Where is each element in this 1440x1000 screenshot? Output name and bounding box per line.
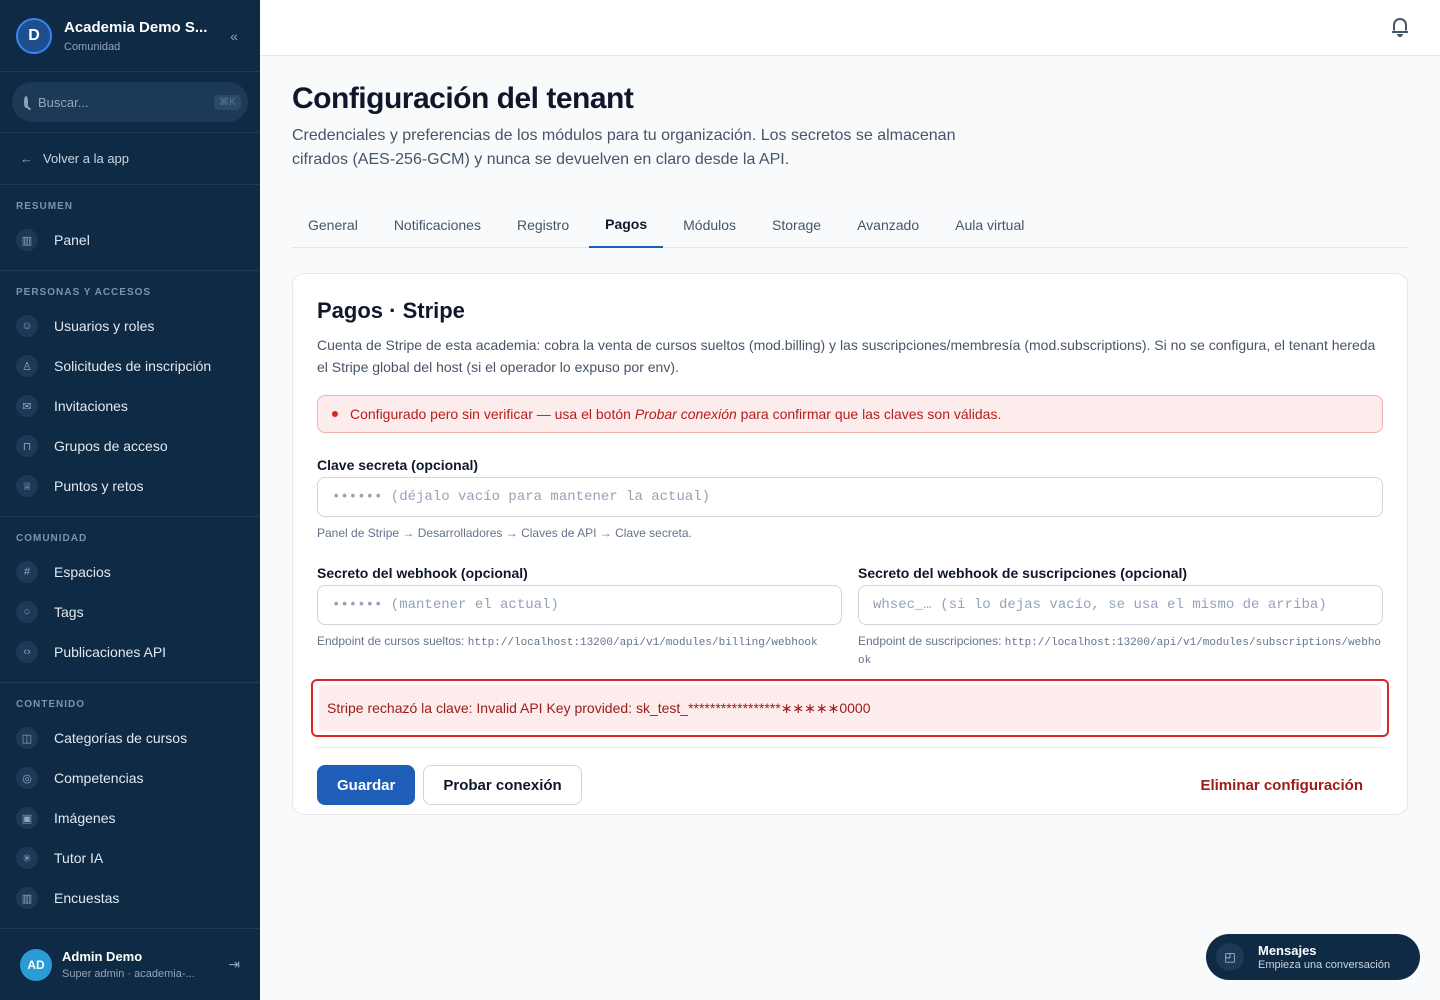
tab-storage[interactable]: Storage: [756, 202, 837, 248]
secret-key-input[interactable]: [317, 477, 1383, 517]
bar-chart-icon: ▥: [16, 229, 38, 251]
nav-section-title: PERSONAS Y ACCESOS: [16, 287, 152, 298]
stripe-error-message: Stripe rechazó la clave: Invalid API Key…: [319, 685, 1381, 731]
secret-key-label: Clave secreta (opcional): [317, 457, 479, 473]
webhook-secret-input[interactable]: [317, 585, 842, 625]
nav-section-title: RESUMEN: [16, 201, 74, 212]
sidebar-item-espacios[interactable]: # Espacios: [0, 552, 260, 592]
logout-icon[interactable]: ⇥: [228, 956, 240, 973]
tab-general[interactable]: General: [292, 202, 374, 248]
nav-section-title: COMUNIDAD: [16, 533, 88, 544]
bar-chart-icon: ▥: [16, 887, 38, 909]
brand-header: D Academia Demo S... Comunidad «: [0, 0, 260, 72]
messages-title: Mensajes: [1258, 943, 1317, 958]
search-shortcut: ⌘K: [214, 94, 241, 110]
card-description: Cuenta de Stripe de esta academia: cobra…: [317, 337, 1376, 375]
search-input[interactable]: [38, 94, 214, 110]
chat-icon: ◰: [1216, 943, 1244, 971]
sidebar-item-grupos[interactable]: ⊓ Grupos de acceso: [0, 426, 260, 466]
subs-webhook-secret-input[interactable]: [858, 585, 1383, 625]
user-name: Admin Demo: [62, 949, 143, 964]
sidebar-item-tutor-ia[interactable]: ✳ Tutor IA: [0, 838, 260, 878]
subs-webhook-secret-label: Secreto del webhook de suscripciones (op…: [858, 565, 1188, 581]
collapse-sidebar-icon[interactable]: «: [224, 28, 244, 44]
lock-icon: ⊓: [16, 435, 38, 457]
test-connection-button[interactable]: Probar conexión: [423, 765, 582, 805]
user-role: Super admin · academia-...: [62, 968, 195, 980]
sidebar: D Academia Demo S... Comunidad « ⌘K ← Vo…: [0, 0, 260, 1000]
tab-avanzado[interactable]: Avanzado: [841, 202, 935, 248]
nav-section-resumen: RESUMEN ▥ Panel: [0, 201, 260, 271]
messages-subtitle: Empieza una conversación: [1258, 959, 1391, 971]
tab-registro[interactable]: Registro: [501, 202, 585, 248]
sidebar-item-usuarios[interactable]: ☺ Usuarios y roles: [0, 306, 260, 346]
mail-icon: ✉: [16, 395, 38, 417]
tab-pagos[interactable]: Pagos: [589, 202, 664, 248]
hash-icon: #: [16, 561, 38, 583]
sidebar-item-imagenes[interactable]: ▣ Imágenes: [0, 798, 260, 838]
nav-section-title: CONTENIDO: [16, 699, 85, 710]
brand-logo-icon: D: [16, 17, 52, 54]
tab-aula-virtual[interactable]: Aula virtual: [939, 202, 1040, 248]
back-to-app-label: Volver a la app: [43, 151, 130, 166]
sidebar-item-encuestas[interactable]: ▥ Encuestas: [0, 878, 260, 918]
stripe-settings-card: Pagos · Stripe Cuenta de Stripe de esta …: [292, 273, 1408, 815]
page-description: Credenciales y preferencias de los módul…: [292, 127, 956, 168]
bell-icon[interactable]: [1392, 18, 1408, 37]
settings-tabs: General Notificaciones Registro Pagos Mó…: [292, 202, 1408, 248]
sidebar-item-categorias[interactable]: ◫ Categorías de cursos: [0, 718, 260, 758]
code-icon: ‹›: [16, 641, 38, 663]
webhook-secret-label: Secreto del webhook (opcional): [317, 565, 528, 581]
book-icon: ◫: [16, 727, 38, 749]
subs-webhook-endpoint-help: Endpoint de suscripciones: http://localh…: [858, 634, 1382, 667]
nav-section-contenido: CONTENIDO ◫ Categorías de cursos ◎ Compete…: [0, 699, 260, 918]
search-icon: [24, 96, 28, 108]
badge-icon: ◎: [16, 767, 38, 789]
user-icon: ♙: [16, 355, 38, 377]
avatar: AD: [20, 948, 52, 981]
delete-config-button[interactable]: Eliminar configuración: [1200, 777, 1363, 794]
brand-subtitle: Comunidad: [64, 40, 121, 53]
sidebar-item-invitaciones[interactable]: ✉ Invitaciones: [0, 386, 260, 426]
stripe-error-alert: Stripe rechazó la clave: Invalid API Key…: [311, 679, 1389, 737]
nav-section-comunidad: COMUNIDAD # Espacios ○ Tags ‹› Publicacione…: [0, 533, 260, 683]
sidebar-item-publicaciones-api[interactable]: ‹› Publicaciones API: [0, 632, 260, 672]
webhook-endpoint-help: Endpoint de cursos sueltos: http://local…: [317, 634, 818, 649]
tab-notificaciones[interactable]: Notificaciones: [378, 202, 497, 248]
sidebar-item-puntos[interactable]: ♕ Puntos y retos: [0, 466, 260, 506]
trophy-icon: ♕: [16, 475, 38, 497]
page-title: Configuración del tenant: [292, 82, 634, 115]
warning-dot-icon: [332, 411, 338, 417]
card-title: Pagos · Stripe: [317, 298, 465, 323]
sidebar-item-solicitudes[interactable]: ♙ Solicitudes de inscripción: [0, 346, 260, 386]
arrow-left-icon: ←: [20, 151, 33, 166]
back-to-app-link[interactable]: ← Volver a la app: [0, 133, 260, 185]
main-content: Configuración del tenant Credenciales y …: [292, 56, 1408, 815]
sidebar-item-tags[interactable]: ○ Tags: [0, 592, 260, 632]
chat-icon: ○: [16, 601, 38, 623]
users-icon: ☺: [16, 315, 38, 337]
brand-name: Academia Demo S...: [64, 18, 208, 36]
user-profile[interactable]: AD Admin Demo Super admin · academia-...…: [0, 928, 260, 1000]
messages-widget[interactable]: ◰ Mensajes Empieza una conversación: [1206, 934, 1420, 980]
sidebar-item-competencias[interactable]: ◎ Competencias: [0, 758, 260, 798]
save-button[interactable]: Guardar: [317, 765, 416, 805]
tab-modulos[interactable]: Módulos: [667, 202, 752, 248]
search-box[interactable]: ⌘K: [12, 82, 248, 122]
card-actions: Guardar Probar conexión Eliminar configu…: [317, 765, 1383, 805]
sidebar-item-panel[interactable]: ▥ Panel: [0, 220, 260, 260]
topbar: [260, 0, 1440, 56]
divider: [317, 747, 1383, 748]
image-icon: ▣: [16, 807, 38, 829]
sparkle-icon: ✳: [16, 847, 38, 869]
nav-section-personas: PERSONAS Y ACCESOS ☺ Usuarios y roles ♙ So…: [0, 287, 260, 517]
unverified-warning: Configurado pero sin verificar — usa el …: [317, 395, 1383, 433]
secret-key-help: Panel de Stripe → Desarrolladores → Clav…: [317, 526, 692, 540]
